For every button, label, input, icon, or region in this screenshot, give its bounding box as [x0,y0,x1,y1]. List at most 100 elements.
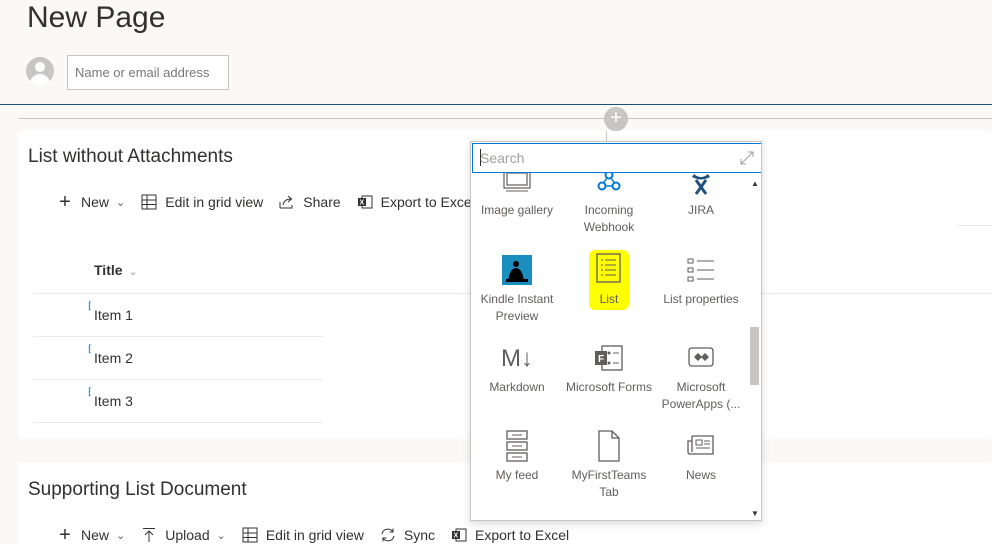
file-icon [563,429,655,463]
tile-label: Image gallery [480,203,554,217]
tile-label: MyFirstTeams Tab [571,468,647,499]
share-button[interactable]: Share [279,194,341,210]
new-button[interactable]: + New ⌄ [57,191,125,213]
tile-label: My feed [495,468,539,482]
text-cursor [480,149,481,166]
picker-search-box [472,143,761,173]
list-icon [563,250,655,310]
column-header-label: Title [94,262,123,278]
svg-text:X: X [359,200,364,207]
export-label: Export to Excel [475,527,570,543]
picker-scrollbar[interactable]: ▲ ▼ [747,173,761,520]
tile-microsoft-forms[interactable]: F Microsoft Forms [563,341,655,396]
edit-grid-label: Edit in grid view [265,527,364,543]
item-title[interactable]: Item 3 [88,393,133,409]
avatar [26,57,54,85]
forms-icon: F [563,341,655,375]
tile-label: Microsoft Forms [565,380,652,394]
item-title[interactable]: Item 1 [88,307,133,323]
edit-grid-button[interactable]: Edit in grid view [242,527,364,543]
row-divider [33,336,323,337]
chevron-down-icon: ⌄ [128,266,138,278]
scroll-down-arrow-icon[interactable]: ▼ [751,509,759,518]
tile-incoming-webhook[interactable]: Incoming Webhook [563,173,655,236]
share-label: Share [303,194,341,210]
row-divider [762,293,992,294]
list-command-bar: + New ⌄ Edit in grid view Share X Export… [57,191,488,213]
edit-grid-label: Edit in grid view [165,194,264,210]
feed-icon [471,429,563,463]
excel-icon: X [357,194,373,210]
tile-label: Microsoft PowerApps (... [661,380,741,411]
export-excel-button[interactable]: X Export to Excel [451,527,569,543]
tile-label: Kindle Instant Preview [480,292,554,323]
expand-icon[interactable] [739,150,755,166]
tile-label: News [685,468,716,482]
item-title[interactable]: Item 2 [88,350,133,366]
new-item-icon: ⁅ [88,301,92,312]
tile-markdown[interactable]: M↓ Markdown [471,341,563,396]
powerapps-icon [655,341,747,375]
grid-icon [242,527,258,543]
tile-label: Incoming Webhook [583,203,635,234]
scroll-thumb[interactable] [750,327,759,385]
new-item-icon: ⁅ [88,387,92,398]
edit-grid-button[interactable]: Edit in grid view [141,194,263,210]
chevron-down-icon: ⌄ [216,529,226,542]
add-webpart-button[interactable]: + [604,107,628,131]
sync-button[interactable]: Sync [380,527,435,543]
tile-label: Markdown [489,380,545,394]
tile-label: List [599,292,619,306]
news-icon [655,429,747,463]
export-excel-button[interactable]: X Export to Exce [357,194,472,210]
tile-list[interactable]: List [563,250,655,310]
tile-jira[interactable]: JIRA [655,173,747,219]
export-label: Export to Exce [380,194,472,210]
page-title[interactable]: New Page [27,0,165,36]
picker-grid: Image gallery Incoming Webhook JIRA Kind… [471,173,747,520]
tile-label: JIRA [687,203,714,217]
webhook-icon [563,173,655,198]
kindle-icon [471,253,563,287]
tile-image-gallery[interactable]: Image gallery [471,173,563,219]
list-item[interactable]: ⁅ Item 1 [88,301,133,323]
scroll-up-arrow-icon[interactable]: ▲ [751,179,759,188]
tile-news[interactable]: News [655,429,747,484]
column-header-title[interactable]: Title ⌄ [94,262,138,278]
sync-label: Sync [403,527,435,543]
new-label: New [81,194,110,210]
share-icon [279,194,295,210]
new-button[interactable]: + New ⌄ [57,524,126,544]
excel-icon: X [451,527,467,543]
document-library-title: Supporting List Document [28,479,247,500]
grid-icon [141,194,157,210]
author-input[interactable] [67,55,229,90]
row-divider [33,379,323,380]
tile-myfirstteams-tab[interactable]: MyFirstTeams Tab [563,429,655,501]
tile-microsoft-powerapps[interactable]: Microsoft PowerApps (... [655,341,747,413]
plus-icon: + [59,191,71,213]
sync-icon [380,527,396,543]
list-properties-icon [655,253,747,287]
chevron-down-icon: ⌄ [116,529,126,542]
svg-text:F: F [598,354,604,365]
image-gallery-icon [471,173,563,198]
plus-icon: + [59,524,71,544]
list-item[interactable]: ⁅ Item 3 [88,387,133,409]
upload-icon [141,527,157,543]
tile-label: List properties [663,292,739,306]
header-divider [0,104,992,105]
upload-label: Upload [165,527,210,543]
library-command-bar: + New ⌄ Upload ⌄ Edit in grid view Sync … [57,524,585,544]
tile-list-properties[interactable]: List properties [655,253,747,308]
webpart-picker: Image gallery Incoming Webhook JIRA Kind… [470,141,762,521]
tile-my-feed[interactable]: My feed [471,429,563,484]
row-divider [33,293,470,294]
tile-kindle-instant-preview[interactable]: Kindle Instant Preview [471,253,563,325]
list-item[interactable]: ⁅ Item 2 [88,344,133,366]
upload-button[interactable]: Upload ⌄ [141,527,226,543]
new-item-icon: ⁅ [88,344,92,355]
row-divider [33,422,323,423]
picker-search-input[interactable] [473,144,713,172]
markdown-icon: M↓ [501,344,533,372]
